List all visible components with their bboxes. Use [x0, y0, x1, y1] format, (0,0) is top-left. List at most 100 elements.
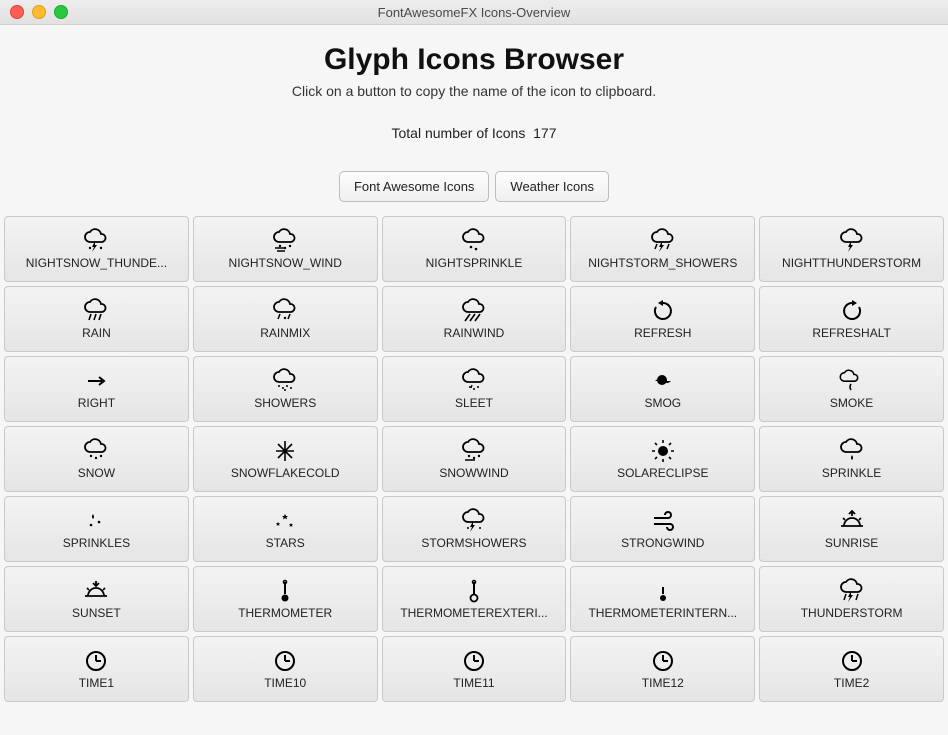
- cloud-snow-thunder-icon: [82, 228, 110, 254]
- icon-label: REFRESHALT: [812, 326, 890, 340]
- icon-button-sprinkles[interactable]: SPRINKLES: [4, 496, 189, 562]
- cloud-snow-icon: [82, 438, 110, 464]
- thermometer-int-icon: [649, 578, 677, 604]
- icon-count: Total number of Icons 177: [0, 125, 948, 141]
- icon-button-thermometerexteri[interactable]: THERMOMETEREXTERI...: [382, 566, 567, 632]
- icon-label: NIGHTSNOW_WIND: [229, 256, 342, 270]
- cloud-sprinkle-icon: [460, 228, 488, 254]
- icon-button-nightthunderstorm[interactable]: NIGHTTHUNDERSTORM: [759, 216, 944, 282]
- cloud-rainwind-icon: [460, 298, 488, 324]
- tab-font-awesome[interactable]: Font Awesome Icons: [339, 171, 489, 202]
- window-title: FontAwesomeFX Icons-Overview: [0, 5, 948, 20]
- icon-button-thunderstorm[interactable]: THUNDERSTORM: [759, 566, 944, 632]
- icon-button-time10[interactable]: TIME10: [193, 636, 378, 702]
- icon-label: SUNRISE: [825, 536, 878, 550]
- cloud-rain-icon: [82, 298, 110, 324]
- icon-label: RAINMIX: [260, 326, 310, 340]
- icon-button-nightsprinkle[interactable]: NIGHTSPRINKLE: [382, 216, 567, 282]
- icon-button-stormshowers[interactable]: STORMSHOWERS: [382, 496, 567, 562]
- icon-button-nightstorm-showers[interactable]: NIGHTSTORM_SHOWERS: [570, 216, 755, 282]
- icon-label: RIGHT: [78, 396, 115, 410]
- icon-label: REFRESH: [634, 326, 691, 340]
- sprinkles-icon: [82, 508, 110, 534]
- smoke-icon: [838, 368, 866, 394]
- cloud-thunder-icon: [838, 228, 866, 254]
- icon-label: TIME2: [834, 676, 869, 690]
- header: Glyph Icons Browser Click on a button to…: [0, 25, 948, 149]
- icon-button-rainwind[interactable]: RAINWIND: [382, 286, 567, 352]
- icon-button-nightsnow-wind[interactable]: NIGHTSNOW_WIND: [193, 216, 378, 282]
- icon-label: SNOW: [78, 466, 115, 480]
- tab-bar: Font Awesome Icons Weather Icons: [0, 171, 948, 202]
- icon-button-refreshalt[interactable]: REFRESHALT: [759, 286, 944, 352]
- icon-label: RAINWIND: [444, 326, 505, 340]
- clock-icon: [82, 648, 110, 674]
- icon-label: SHOWERS: [254, 396, 316, 410]
- icon-button-rainmix[interactable]: RAINMIX: [193, 286, 378, 352]
- icon-button-stars[interactable]: STARS: [193, 496, 378, 562]
- icon-button-time1[interactable]: TIME1: [4, 636, 189, 702]
- icon-label: TIME12: [642, 676, 684, 690]
- icon-button-time2[interactable]: TIME2: [759, 636, 944, 702]
- smog-icon: [649, 368, 677, 394]
- strongwind-icon: [649, 508, 677, 534]
- icon-label: RAIN: [82, 326, 111, 340]
- icon-button-smog[interactable]: SMOG: [570, 356, 755, 422]
- clock-icon: [649, 648, 677, 674]
- icon-button-nightsnow-thunde[interactable]: NIGHTSNOW_THUNDE...: [4, 216, 189, 282]
- icon-button-sprinkle[interactable]: SPRINKLE: [759, 426, 944, 492]
- icon-button-time11[interactable]: TIME11: [382, 636, 567, 702]
- icon-label: NIGHTSNOW_THUNDE...: [26, 256, 167, 270]
- icon-button-rain[interactable]: RAIN: [4, 286, 189, 352]
- icon-label: TIME1: [79, 676, 114, 690]
- icon-button-showers[interactable]: SHOWERS: [193, 356, 378, 422]
- tab-weather[interactable]: Weather Icons: [495, 171, 609, 202]
- icon-button-sleet[interactable]: SLEET: [382, 356, 567, 422]
- icon-button-snowwind[interactable]: SNOWWIND: [382, 426, 567, 492]
- titlebar: FontAwesomeFX Icons-Overview: [0, 0, 948, 25]
- icon-label: STRONGWIND: [621, 536, 704, 550]
- icon-button-snow[interactable]: SNOW: [4, 426, 189, 492]
- app-window: FontAwesomeFX Icons-Overview Glyph Icons…: [0, 0, 948, 735]
- cloud-snow-wind-icon: [271, 228, 299, 254]
- icon-button-right[interactable]: RIGHT: [4, 356, 189, 422]
- sunrise-icon: [838, 508, 866, 534]
- icon-button-thermometerintern[interactable]: THERMOMETERINTERN...: [570, 566, 755, 632]
- icon-button-refresh[interactable]: REFRESH: [570, 286, 755, 352]
- icon-button-smoke[interactable]: SMOKE: [759, 356, 944, 422]
- icon-button-sunrise[interactable]: SUNRISE: [759, 496, 944, 562]
- icon-label: NIGHTTHUNDERSTORM: [782, 256, 921, 270]
- icon-scroll-area[interactable]: NIGHTSNOW_THUNDE... NIGHTSNOW_WIND NIGHTSP…: [0, 216, 948, 735]
- icon-button-thermometer[interactable]: THERMOMETER: [193, 566, 378, 632]
- icon-label: NIGHTSPRINKLE: [426, 256, 523, 270]
- cloud-snow-wind2-icon: [460, 438, 488, 464]
- icon-label: SUNSET: [72, 606, 121, 620]
- icon-label: SPRINKLE: [822, 466, 881, 480]
- icon-label: SLEET: [455, 396, 493, 410]
- icon-button-sunset[interactable]: SUNSET: [4, 566, 189, 632]
- cloud-storm-showers-icon: [649, 228, 677, 254]
- icon-button-time12[interactable]: TIME12: [570, 636, 755, 702]
- clock-icon: [838, 648, 866, 674]
- cloud-one-drop-icon: [838, 438, 866, 464]
- icon-label: SNOWFLAKECOLD: [231, 466, 340, 480]
- icon-label: TIME10: [264, 676, 306, 690]
- icon-label: SMOKE: [830, 396, 873, 410]
- icon-button-strongwind[interactable]: STRONGWIND: [570, 496, 755, 562]
- cloud-rainmix-icon: [271, 298, 299, 324]
- cloud-sleet-icon: [460, 368, 488, 394]
- sunset-icon: [82, 578, 110, 604]
- solar-eclipse-icon: [649, 438, 677, 464]
- icon-button-solareclipse[interactable]: SOLARECLIPSE: [570, 426, 755, 492]
- icon-label: SNOWWIND: [439, 466, 508, 480]
- icon-label: SMOG: [644, 396, 681, 410]
- icon-label: THERMOMETEREXTERI...: [400, 606, 547, 620]
- icon-button-snowflakecold[interactable]: SNOWFLAKECOLD: [193, 426, 378, 492]
- refresh-icon: [649, 298, 677, 324]
- snowflake-icon: [271, 438, 299, 464]
- arrow-right-icon: [82, 368, 110, 394]
- count-label: Total number of Icons: [392, 125, 526, 141]
- icon-label: THUNDERSTORM: [801, 606, 903, 620]
- count-value: 177: [533, 125, 556, 141]
- thermometer-ext-icon: [460, 578, 488, 604]
